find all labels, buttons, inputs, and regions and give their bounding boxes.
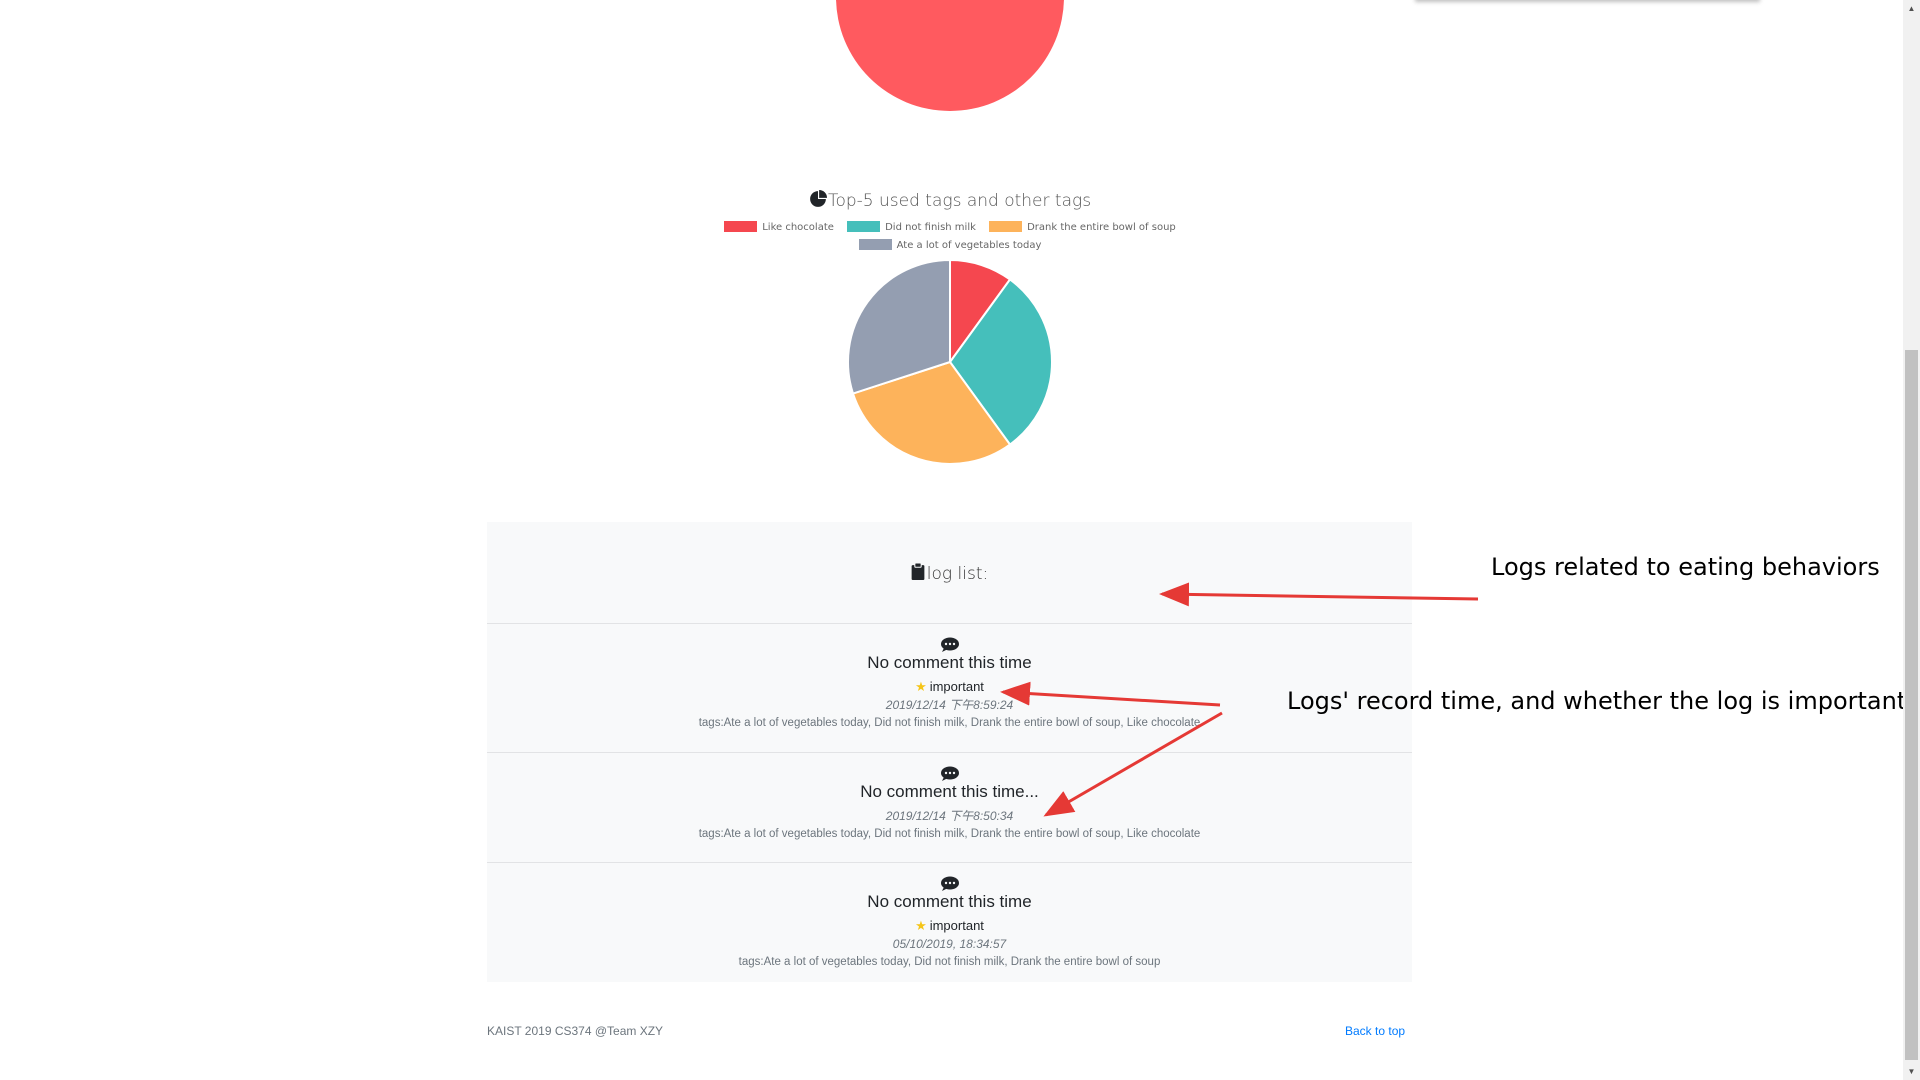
important-label: important <box>929 918 984 933</box>
comment-icon <box>487 766 1412 781</box>
footer-text: KAIST 2019 CS374 @Team XZY <box>487 1024 664 1038</box>
legend-item[interactable]: Did not finish milk <box>847 221 976 233</box>
log-tags: tags:Ate a lot of vegetables today, Did … <box>698 717 1201 729</box>
legend-label: Drank the entire bowl of soup <box>1027 222 1176 233</box>
log-comment: No comment this time <box>867 892 1032 911</box>
log-item[interactable]: No comment this time ★ important 2019/12/… <box>487 624 1412 753</box>
legend-swatch <box>858 239 892 250</box>
log-tags: tags:Ate a lot of vegetables today, Did … <box>698 828 1201 840</box>
log-time: 2019/12/14 下午8:59:24 <box>885 698 1014 712</box>
star-icon: ★ <box>915 679 927 694</box>
comment-icon <box>487 876 1412 891</box>
log-tags: tags:Ate a lot of vegetables today, Did … <box>738 956 1161 968</box>
top-pie-slice <box>836 0 1064 111</box>
scrollbar-thumb[interactable] <box>1905 350 1918 1060</box>
tags-chart-title: Top-5 used tags and other tags <box>0 190 1900 213</box>
vertical-scrollbar[interactable]: ▲ ▼ <box>1903 0 1920 1080</box>
scroll-up-icon[interactable]: ▲ <box>1903 0 1920 17</box>
legend-label: Did not finish milk <box>885 222 976 233</box>
important-label: important <box>929 679 984 694</box>
comment-icon <box>487 637 1412 652</box>
legend-swatch <box>724 221 758 232</box>
log-list-header: log list: <box>487 522 1412 624</box>
log-comment: No comment this time... <box>860 782 1039 801</box>
important-badge: ★ important <box>487 917 1412 935</box>
important-badge: ★ important <box>487 678 1412 696</box>
log-comment: No comment this time <box>867 653 1032 672</box>
top-pie-chart <box>836 0 1064 111</box>
legend-label: Like chocolate <box>762 222 834 233</box>
legend-item[interactable]: Drank the entire bowl of soup <box>989 221 1176 233</box>
scroll-down-icon[interactable]: ▼ <box>1903 1063 1920 1080</box>
log-time: 05/10/2019, 18:34:57 <box>892 937 1007 951</box>
tags-chart-title-text: Top-5 used tags and other tags <box>827 191 1092 211</box>
log-list-title: log list: <box>926 564 989 584</box>
legend-swatch <box>847 221 881 232</box>
legend-label: Ate a lot of vegetables today <box>896 240 1042 251</box>
chart-legend: Like chocolate Did not finish milk Drank… <box>0 221 1900 257</box>
annotation-record-time: Logs' record time, and whether the log i… <box>1287 687 1914 715</box>
log-list-card: log list: No comment this time ★ importan… <box>487 522 1412 982</box>
back-to-top-link[interactable]: Back to top <box>1345 1024 1405 1038</box>
legend-item[interactable]: Like chocolate <box>724 221 834 233</box>
legend-swatch <box>989 221 1023 232</box>
log-item[interactable]: No comment this time ★ important 05/10/20… <box>487 863 1412 981</box>
log-item[interactable]: No comment this time... 2019/12/14 下午8:5… <box>487 753 1412 863</box>
log-time: 2019/12/14 下午8:50:34 <box>885 809 1014 823</box>
legend-item[interactable]: Ate a lot of vegetables today <box>858 239 1042 251</box>
pie-chart-icon <box>809 190 827 213</box>
tags-pie-chart <box>847 258 1053 465</box>
annotation-log-list: Logs related to eating behaviors <box>1491 553 1880 581</box>
star-icon: ★ <box>915 918 927 933</box>
clipboard-icon <box>911 523 925 627</box>
